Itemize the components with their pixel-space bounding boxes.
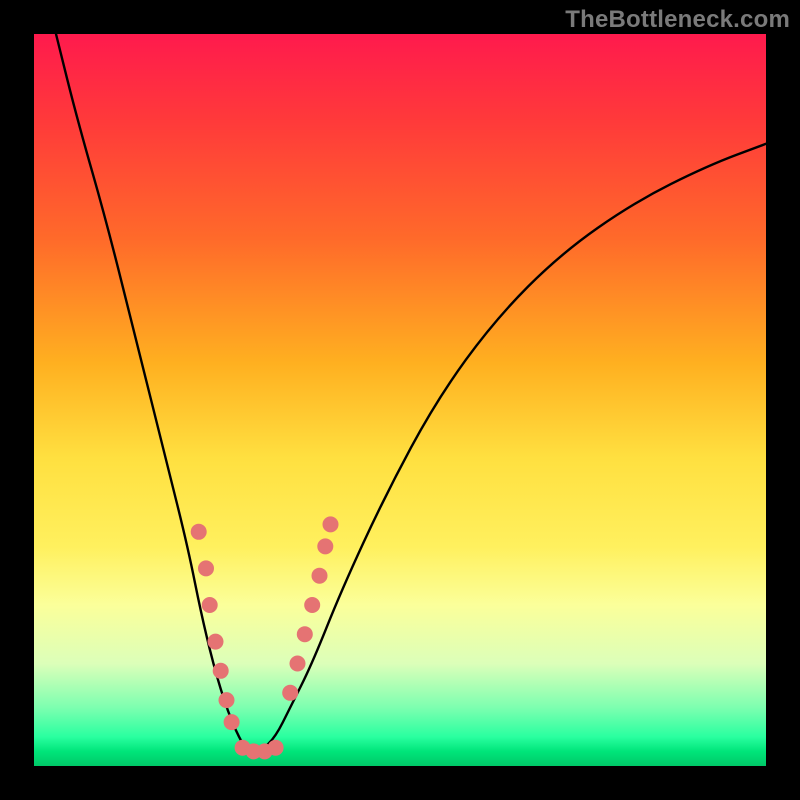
chart-frame: TheBottleneck.com [0,0,800,800]
scatter-point [304,597,320,613]
scatter-point [282,685,298,701]
scatter-point [312,568,328,584]
scatter-point [297,626,313,642]
scatter-bottom-cluster [235,740,284,760]
scatter-point [191,524,207,540]
scatter-point [219,692,235,708]
scatter-point [268,740,284,756]
scatter-point [224,714,240,730]
scatter-point [198,560,214,576]
scatter-right-branch [282,516,338,700]
scatter-point [202,597,218,613]
scatter-point [317,538,333,554]
curve-path [56,34,766,751]
scatter-point [323,516,339,532]
scatter-point [208,634,224,650]
watermark-text: TheBottleneck.com [565,6,790,34]
scatter-point [213,663,229,679]
chart-svg [34,34,766,766]
plot-area [34,34,766,766]
scatter-point [290,656,306,672]
scatter-left-branch [191,524,240,730]
bottleneck-curve [56,34,766,751]
